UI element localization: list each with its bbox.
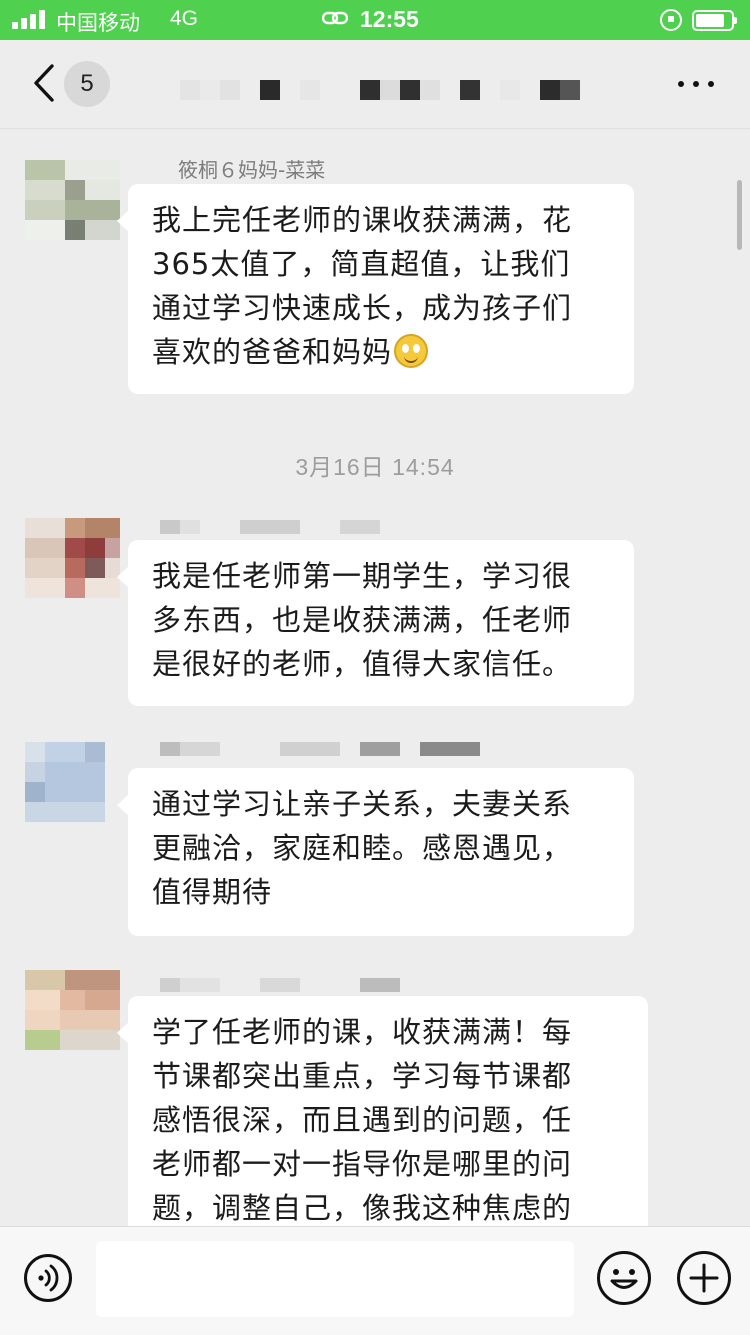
avatar[interactable] [25,970,120,1065]
sender-name-redacted [160,742,480,756]
message-line: 365太值了，简直超值，让我们 [152,247,571,281]
clock: 12:55 [360,6,419,32]
carrier-name: 中国移动 [56,12,140,35]
input-bar [0,1226,750,1335]
rotation-lock-icon [660,9,682,31]
message-line: 我上完任老师的课收获满满，花 [152,203,573,237]
avatar[interactable] [25,160,120,255]
message-line: 喜欢的爸爸和妈妈 [152,335,393,369]
message-timestamp: 3月16日 14:54 [295,454,455,480]
message-line: 更融洽，家庭和睦。感恩遇见， [152,831,573,865]
scrollbar[interactable] [737,180,742,250]
more-functions-button[interactable] [677,1251,731,1305]
back-chevron-icon [34,64,54,102]
back-button[interactable] [28,60,68,108]
message-bubble[interactable]: 我上完任老师的课收获满满，花 365太值了，简直超值，让我们 通过学习快速成长，… [117,184,634,394]
message-line: 值得期待 [152,875,273,909]
emoji-icon [610,1269,638,1289]
message-line: 感悟很深，而且遇到的问题，任 [152,1103,573,1137]
message-line: 老师都一对一指导你是哪里的问 [152,1147,573,1181]
message-line: 通过学习让亲子关系，夫妻关系 [152,787,573,821]
status-bar: 中国移动 4G 12:55 [0,0,750,40]
message-line: 学了任老师的课，收获满满！每 [152,1015,573,1049]
battery-icon [692,10,737,31]
avatar[interactable] [25,742,105,822]
chat-title-redacted [180,80,600,100]
emoji-button[interactable] [597,1251,651,1305]
voice-button[interactable] [24,1254,72,1302]
message-line: 是很好的老师，值得大家信任。 [152,647,573,681]
message-list[interactable]: 筱桐６妈妈-菜菜 我上完任老师的课收获满满，花 365太值了，简直超值，让我们 … [0,128,750,1226]
message-line: 我是任老师第一期学生，学习很 [152,559,573,593]
plus-icon [689,1263,719,1293]
message-line: 节课都突出重点，学习每节课都 [152,1059,573,1093]
link-icon [322,11,348,25]
sender-name: 筱桐６妈妈-菜菜 [178,158,326,182]
message-line: 多东西，也是收获满满，任老师 [152,603,573,637]
network-type: 4G [170,7,199,30]
smile-emoji-icon [394,334,429,368]
message-line: 题，调整自己，像我这种焦虑的 [152,1191,573,1225]
message-bubble[interactable]: 我是任老师第一期学生，学习很 多东西，也是收获满满，任老师 是很好的老师，值得大… [117,540,634,706]
chat-header: 5 [0,40,750,129]
unread-count-badge[interactable]: 5 [64,61,110,107]
message-bubble[interactable]: 通过学习让亲子关系，夫妻关系 更融洽，家庭和睦。感恩遇见， 值得期待 [117,768,634,936]
message-line: 通过学习快速成长，成为孩子们 [152,291,573,325]
sender-name-redacted [160,520,380,534]
message-input[interactable] [96,1241,574,1317]
message-bubble[interactable]: 学了任老师的课，收获满满！每 节课都突出重点，学习每节课都 感悟很深，而且遇到的… [117,996,648,1226]
more-options-button[interactable] [674,70,718,98]
avatar[interactable] [25,518,120,613]
voice-icon [38,1264,59,1292]
sender-name-redacted [160,978,400,992]
